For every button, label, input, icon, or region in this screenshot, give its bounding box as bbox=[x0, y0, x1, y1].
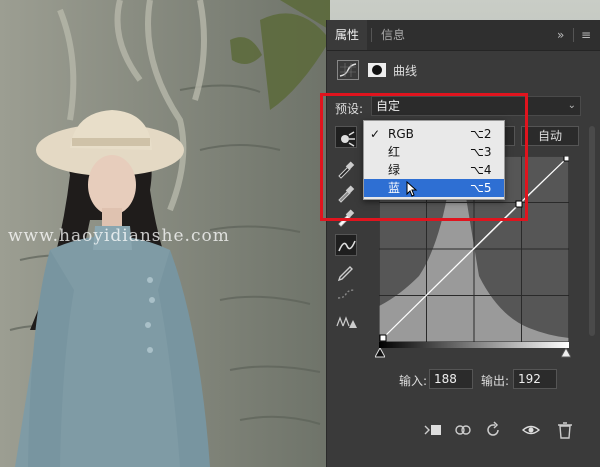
control-divider bbox=[573, 28, 574, 42]
tab-properties[interactable]: 属性 bbox=[327, 20, 367, 50]
black-point-slider[interactable] bbox=[375, 348, 385, 358]
preset-select[interactable]: 自定 ⌄ bbox=[371, 96, 581, 116]
menu-item-shortcut: ⌥3 bbox=[470, 143, 491, 161]
menu-item-label: 红 bbox=[388, 143, 400, 161]
tab-divider bbox=[371, 28, 372, 42]
properties-panel: 属性 信息 » ≡ 曲线 预设: 自定 ⌄ 自动 bbox=[326, 20, 600, 467]
checkmark-icon: ✓ bbox=[370, 125, 380, 143]
visibility-eye-icon[interactable] bbox=[521, 420, 541, 440]
preset-label: 预设: bbox=[335, 100, 363, 117]
menu-item-label: 蓝 bbox=[388, 179, 400, 197]
menu-item-label: RGB bbox=[388, 125, 414, 143]
preset-value: 自定 bbox=[376, 99, 400, 113]
panel-footer bbox=[327, 418, 600, 444]
output-field[interactable]: 192 bbox=[513, 369, 557, 389]
output-label: 输出: bbox=[481, 372, 509, 389]
panel-menu-icon[interactable]: ≡ bbox=[581, 20, 591, 50]
menu-item-shortcut: ⌥4 bbox=[470, 161, 491, 179]
white-point-slider[interactable] bbox=[561, 348, 571, 358]
clip-to-layer-icon[interactable] bbox=[423, 420, 443, 440]
auto-button[interactable]: 自动 bbox=[521, 126, 579, 146]
menu-item-blue[interactable]: 蓝 ⌥5 bbox=[364, 179, 504, 197]
channel-dropdown-menu: ✓ RGB ⌥2 红 ⌥3 绿 ⌥4 蓝 ⌥5 bbox=[363, 120, 505, 200]
menu-item-shortcut: ⌥2 bbox=[470, 125, 491, 143]
white-point-eyedropper-icon[interactable] bbox=[335, 206, 357, 228]
trash-icon[interactable] bbox=[555, 420, 575, 440]
input-field[interactable]: 188 bbox=[429, 369, 473, 389]
tone-gradient-bar bbox=[379, 342, 569, 348]
menu-item-green[interactable]: 绿 ⌥4 bbox=[364, 161, 504, 179]
layer-mask-icon[interactable] bbox=[367, 60, 387, 80]
tab-info[interactable]: 信息 bbox=[373, 20, 413, 50]
panel-tab-bar: 属性 信息 » ≡ bbox=[327, 20, 600, 51]
mouse-cursor-icon bbox=[406, 181, 418, 197]
menu-item-rgb[interactable]: ✓ RGB ⌥2 bbox=[364, 125, 504, 143]
input-label: 输入: bbox=[399, 372, 427, 389]
panel-scrollbar[interactable] bbox=[589, 126, 595, 336]
curves-layer-icon bbox=[337, 60, 359, 80]
smooth-curve-icon[interactable] bbox=[335, 284, 357, 306]
watermark-text: www.haoyidianshe.com bbox=[8, 226, 230, 246]
panel-title: 曲线 bbox=[393, 62, 417, 79]
on-image-adjust-tool[interactable] bbox=[335, 126, 357, 148]
clipping-warning-icon[interactable] bbox=[335, 310, 357, 332]
reset-icon[interactable] bbox=[483, 420, 503, 440]
menu-item-red[interactable]: 红 ⌥3 bbox=[364, 143, 504, 161]
view-previous-state-icon[interactable] bbox=[453, 420, 473, 440]
gray-point-eyedropper-icon[interactable] bbox=[335, 182, 357, 204]
point-curve-tool-icon[interactable] bbox=[335, 234, 357, 256]
pencil-icon[interactable] bbox=[335, 260, 357, 282]
menu-item-shortcut: ⌥5 bbox=[470, 179, 491, 197]
black-point-eyedropper-icon[interactable] bbox=[335, 158, 357, 180]
menu-item-label: 绿 bbox=[388, 161, 400, 179]
collapse-icon[interactable]: » bbox=[557, 20, 564, 50]
chevron-down-icon: ⌄ bbox=[568, 97, 576, 115]
